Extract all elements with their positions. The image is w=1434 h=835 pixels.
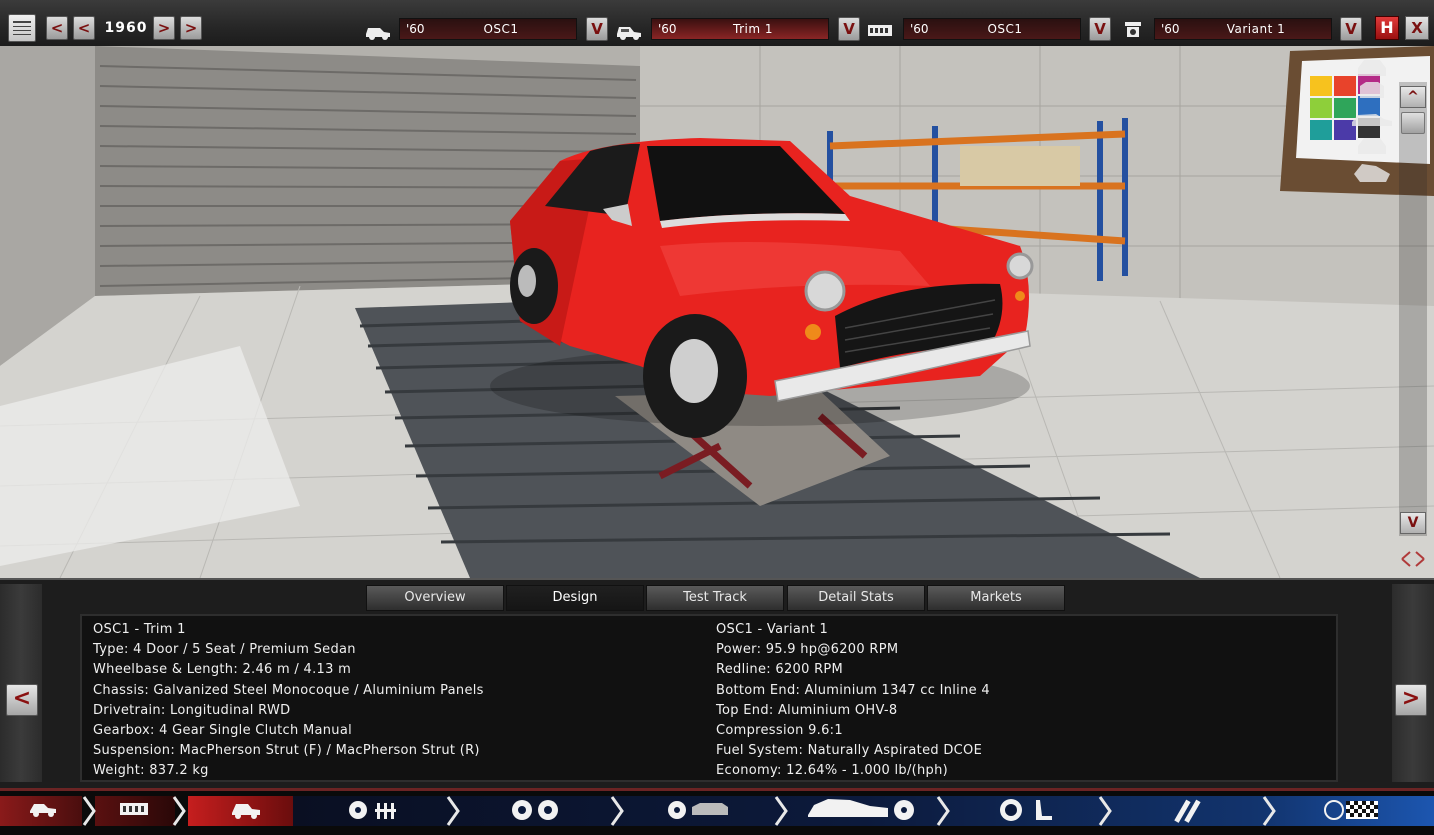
- prev-page-button[interactable]: <: [6, 684, 38, 716]
- prev-year-button[interactable]: <: [73, 16, 95, 40]
- trim-chassis: Chassis: Galvanized Steel Monocoque / Al…: [93, 682, 484, 698]
- car-summary: OSC1 - Trim 1 Type: 4 Door / 5 Seat / Pr…: [80, 614, 1338, 782]
- engine-title: OSC1 - Variant 1: [716, 622, 829, 637]
- next-decade-button[interactable]: >: [180, 16, 202, 40]
- prev-decade-button[interactable]: <: [46, 16, 68, 40]
- engine-redline: Redline: 6200 RPM: [716, 662, 844, 678]
- trim-title: OSC1 - Trim 1: [93, 622, 186, 637]
- scroll-thumb[interactable]: [1401, 112, 1425, 134]
- interior-stage-icon[interactable]: [808, 799, 914, 820]
- current-year: 1960: [104, 20, 148, 36]
- engine-top-end: Top End: Aluminium OHV-8: [716, 702, 898, 718]
- engine-block-icon: [868, 25, 892, 36]
- engine-economy: Economy: 12.64% - 1.000 lb/(hph): [716, 763, 949, 779]
- trim-dimensions: Wheelbase & Length: 2.46 m / 4.13 m: [93, 662, 352, 678]
- close-button[interactable]: X: [1405, 16, 1429, 40]
- car-trim-selector[interactable]: '60 Trim 1: [651, 18, 829, 40]
- calendar-icon[interactable]: [8, 14, 36, 42]
- car-model-selector[interactable]: '60 OSC1: [399, 18, 577, 40]
- engine-summary: OSC1 - Variant 1 Power: 95.9 hp@6200 RPM…: [716, 620, 990, 782]
- camera-side-icon[interactable]: [1352, 114, 1392, 126]
- engine-variant-dropdown-button[interactable]: V: [1340, 17, 1362, 41]
- tab-markets[interactable]: Markets: [927, 585, 1065, 611]
- left-side-rail: [0, 584, 42, 782]
- car-model-stage-icon[interactable]: [30, 804, 56, 817]
- car-model-icon: [366, 28, 390, 40]
- camera-rear-icon[interactable]: [1358, 138, 1386, 154]
- camera-angle-icon[interactable]: [1354, 164, 1390, 182]
- rotate-view-icon[interactable]: [1398, 548, 1428, 570]
- design-stage-bar: [0, 788, 1434, 835]
- engine-compression: Compression 9.6:1: [716, 722, 843, 738]
- camera-top-icon[interactable]: [1360, 82, 1384, 98]
- tab-test-track[interactable]: Test Track: [646, 585, 784, 611]
- car-3d-viewport[interactable]: ^ V: [0, 46, 1434, 578]
- engine-variant-selector[interactable]: '60 Variant 1: [1154, 18, 1332, 40]
- trim-suspension: Suspension: MacPherson Strut (F) / MacPh…: [93, 743, 480, 759]
- top-toolbar: < < 1960 > > '60 OSC1 V '60 Trim 1 V '60…: [0, 0, 1434, 47]
- trim-weight: Weight: 837.2 kg: [93, 763, 209, 779]
- tab-overview[interactable]: Overview: [366, 585, 504, 611]
- engine-parts-stage-icon[interactable]: [349, 801, 396, 819]
- suspension-stage-icon[interactable]: [1000, 799, 1052, 821]
- engine-fuel-system: Fuel System: Naturally Aspirated DCOE: [716, 743, 983, 759]
- trim-gearbox: Gearbox: 4 Gear Single Clutch Manual: [93, 722, 352, 738]
- engine-family-dropdown-button[interactable]: V: [1089, 17, 1111, 41]
- stage-icons: [30, 796, 1378, 826]
- car-trim-icon: [617, 27, 641, 40]
- engine-power: Power: 95.9 hp@6200 RPM: [716, 642, 899, 658]
- test-finish-stage-icon[interactable]: [1324, 800, 1378, 820]
- trim-summary: OSC1 - Trim 1 Type: 4 Door / 5 Seat / Pr…: [93, 620, 484, 782]
- camera-scrollbar[interactable]: [1399, 82, 1427, 536]
- engine-block-stage-icon[interactable]: [120, 803, 148, 815]
- camera-front-icon[interactable]: [1358, 60, 1386, 76]
- tab-design[interactable]: Design: [506, 585, 644, 611]
- right-side-rail: [1392, 584, 1434, 782]
- car-model-dropdown-button[interactable]: V: [586, 17, 608, 41]
- engine-family-selector[interactable]: '60 OSC1: [903, 18, 1081, 40]
- info-panel: < > Overview Design Test Track Detail St…: [0, 578, 1434, 790]
- garage-scene: [0, 46, 1434, 578]
- engine-variant-icon: [1125, 22, 1141, 37]
- shocks-stage-icon[interactable]: [1174, 799, 1201, 823]
- next-year-button[interactable]: >: [153, 16, 175, 40]
- car-trim-dropdown-button[interactable]: V: [838, 17, 860, 41]
- scroll-up-button[interactable]: ^: [1400, 86, 1426, 108]
- next-page-button[interactable]: >: [1395, 684, 1427, 716]
- trim-stage-icon[interactable]: [232, 804, 260, 819]
- body-styling-stage-icon[interactable]: [668, 801, 728, 819]
- trim-type: Type: 4 Door / 5 Seat / Premium Sedan: [93, 642, 356, 658]
- save-button[interactable]: H: [1375, 16, 1399, 40]
- camera-views: [1352, 60, 1392, 182]
- engine-bottom-end: Bottom End: Aluminium 1347 cc Inline 4: [716, 682, 990, 698]
- tab-detail-stats[interactable]: Detail Stats: [787, 585, 925, 611]
- wheels-stage-icon[interactable]: [512, 800, 558, 820]
- scroll-down-button[interactable]: V: [1400, 512, 1426, 534]
- trim-drivetrain: Drivetrain: Longitudinal RWD: [93, 702, 291, 718]
